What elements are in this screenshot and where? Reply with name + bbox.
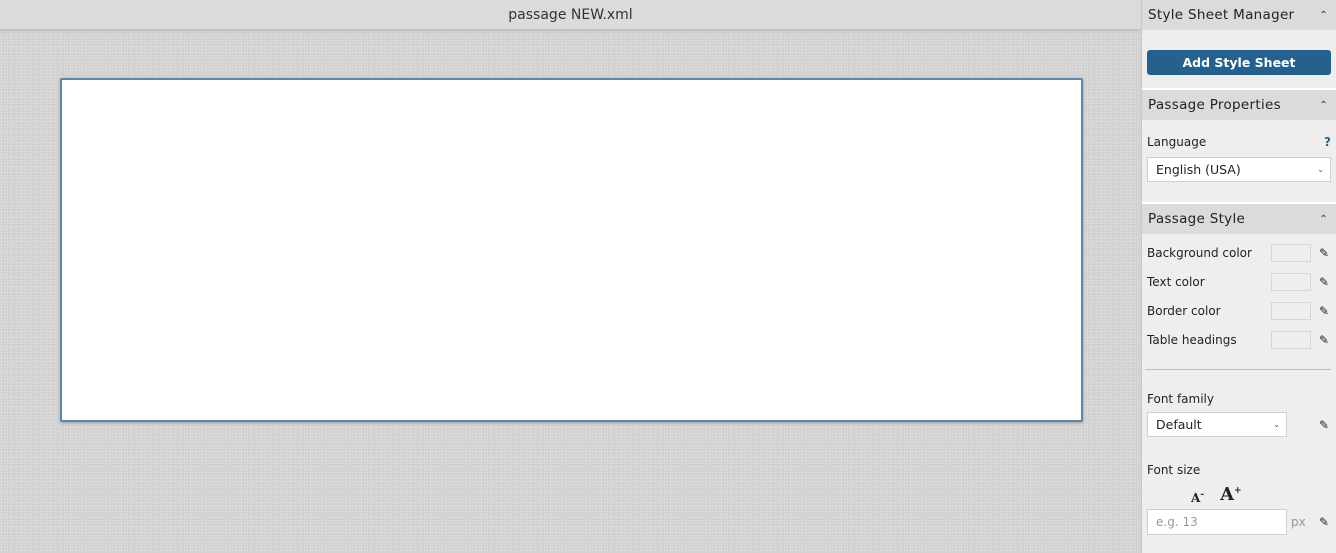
passage-style-header[interactable]: Passage Style ⌃ (1142, 204, 1336, 234)
properties-panel: Style Sheet Manager ⌃ Add Style Sheet Pa… (1141, 0, 1336, 553)
section-divider (1142, 75, 1336, 90)
text-color-label: Text color (1147, 274, 1205, 289)
table-headings-label: Table headings (1147, 332, 1237, 347)
increase-font-size-button[interactable]: A+ (1220, 484, 1242, 505)
section-divider (1142, 182, 1336, 204)
text-color-row: Text color ✎ (1147, 267, 1331, 296)
eraser-icon[interactable]: ✎ (1317, 515, 1331, 529)
eraser-icon[interactable]: ✎ (1317, 333, 1331, 347)
eraser-icon[interactable]: ✎ (1317, 246, 1331, 260)
language-value: English (USA) (1156, 162, 1241, 177)
divider (1145, 369, 1331, 370)
unit-label: px (1291, 515, 1306, 529)
border-color-swatch[interactable] (1271, 301, 1311, 320)
passage-properties-header[interactable]: Passage Properties ⌃ (1142, 90, 1336, 120)
decrease-font-size-button[interactable]: A- (1191, 490, 1204, 505)
section-title: Passage Properties (1148, 97, 1281, 113)
add-style-sheet-button[interactable]: Add Style Sheet (1147, 50, 1331, 75)
text-color-swatch[interactable] (1271, 272, 1311, 291)
border-color-label: Border color (1147, 303, 1221, 318)
eraser-icon[interactable]: ✎ (1317, 304, 1331, 318)
passage-editor[interactable] (60, 78, 1083, 422)
language-select[interactable]: English (USA) ⌄ (1147, 157, 1331, 182)
background-color-row: Background color ✎ (1147, 238, 1331, 267)
eraser-icon[interactable]: ✎ (1317, 275, 1331, 289)
style-sheet-manager-header[interactable]: Style Sheet Manager ⌃ (1142, 0, 1336, 30)
language-label: Language (1147, 135, 1207, 149)
chevron-down-icon: ⌄ (1317, 165, 1324, 174)
table-headings-row: Table headings ✎ (1147, 325, 1331, 354)
chevron-down-icon: ⌄ (1273, 420, 1280, 429)
font-size-label: Font size (1147, 463, 1201, 477)
editor-canvas: passage NEW.xml (0, 0, 1141, 553)
chevron-up-icon[interactable]: ⌃ (1319, 100, 1328, 111)
font-family-label: Font family (1147, 392, 1214, 406)
document-title: passage NEW.xml (508, 6, 633, 23)
background-color-swatch[interactable] (1271, 243, 1311, 262)
background-color-label: Background color (1147, 245, 1252, 260)
chevron-up-icon[interactable]: ⌃ (1319, 10, 1328, 21)
table-headings-swatch[interactable] (1271, 330, 1311, 349)
font-family-select[interactable]: Default ⌄ (1147, 412, 1287, 437)
section-title: Passage Style (1148, 211, 1246, 227)
document-titlebar: passage NEW.xml (0, 0, 1141, 30)
font-size-input[interactable] (1147, 509, 1287, 535)
help-icon[interactable]: ? (1324, 135, 1331, 149)
border-color-row: Border color ✎ (1147, 296, 1331, 325)
eraser-icon[interactable]: ✎ (1317, 418, 1331, 432)
chevron-up-icon[interactable]: ⌃ (1319, 214, 1328, 225)
section-title: Style Sheet Manager (1148, 7, 1295, 23)
font-family-value: Default (1156, 417, 1202, 432)
